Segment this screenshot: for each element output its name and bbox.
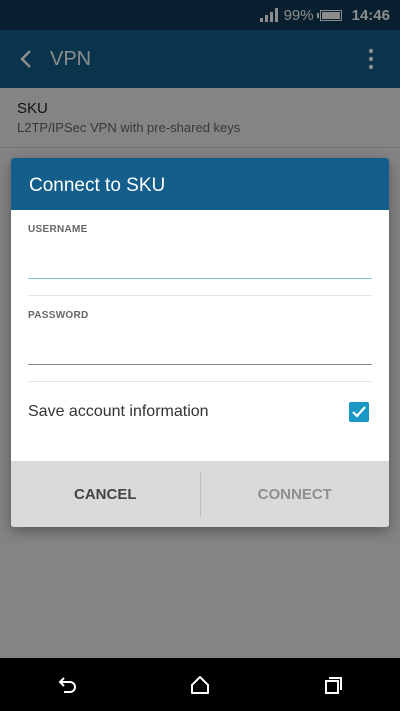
save-account-row[interactable]: Save account information (11, 382, 389, 442)
username-input[interactable] (28, 249, 372, 279)
nav-recents-button[interactable] (313, 665, 353, 705)
checkmark-icon (352, 406, 366, 418)
username-label: USERNAME (28, 224, 88, 235)
connect-button[interactable]: CONNECT (201, 461, 390, 527)
username-field: USERNAME (11, 210, 389, 279)
navigation-bar (0, 658, 400, 711)
save-account-label: Save account information (28, 403, 209, 420)
home-icon (190, 675, 209, 694)
password-field: PASSWORD (11, 296, 389, 365)
dialog-buttons: CANCEL CONNECT (11, 461, 389, 527)
nav-back-button[interactable] (47, 665, 87, 705)
recents-icon (325, 676, 343, 694)
save-account-checkbox[interactable] (349, 402, 369, 422)
cancel-button[interactable]: CANCEL (11, 461, 200, 527)
back-icon (58, 676, 76, 693)
password-label: PASSWORD (28, 310, 89, 321)
nav-home-button[interactable] (180, 665, 220, 705)
password-input[interactable] (28, 335, 372, 365)
dialog-title: Connect to SKU (11, 158, 389, 210)
connect-dialog: Connect to SKU USERNAME PASSWORD Save ac… (11, 158, 389, 527)
